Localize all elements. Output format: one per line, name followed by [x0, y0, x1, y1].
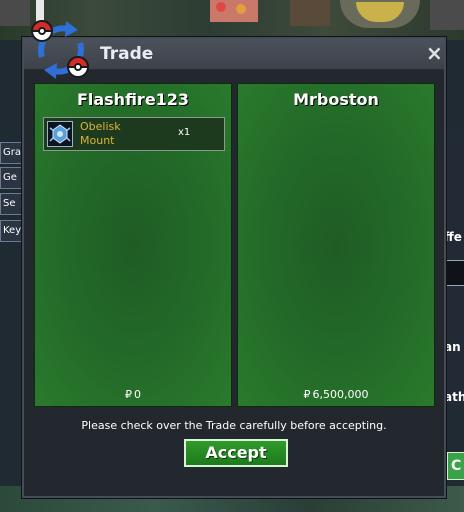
obelisk-mount-icon [47, 121, 73, 147]
item-quantity: x1 [178, 127, 191, 138]
background-right-text-1: ffe [444, 230, 462, 244]
money-amount: 0 [134, 388, 141, 401]
side-button-3[interactable]: Se [0, 193, 24, 215]
money-offer: ₽0 [35, 388, 231, 401]
side-button-label: Key [3, 225, 22, 236]
background-right-button[interactable]: C [447, 452, 464, 480]
player-name: Flashfire123 [76, 90, 190, 109]
trade-panel-partner: Mrboston ₽6,500,000 [237, 83, 435, 407]
trade-item-slot[interactable]: Obelisk Mount x1 [43, 117, 225, 151]
window-title: Trade [100, 44, 154, 64]
accept-button[interactable]: Accept [184, 439, 288, 467]
money-amount: 6,500,000 [312, 388, 369, 401]
side-button-label: Se [3, 198, 16, 209]
side-button-1[interactable]: Gra [0, 142, 24, 164]
close-button[interactable]: × [426, 43, 443, 63]
side-button-label: Ge [3, 172, 17, 183]
side-button-4[interactable]: Key [0, 220, 24, 242]
side-button-2[interactable]: Ge [0, 167, 24, 189]
item-name: Obelisk Mount [80, 120, 121, 147]
trade-panel-self: Flashfire123 Obelisk Mount x1 ₽0 [34, 83, 232, 407]
trade-notice: Please check over the Trade carefully be… [81, 419, 387, 432]
background-right-text-2: an [444, 340, 461, 354]
money-offer: ₽6,500,000 [238, 388, 434, 401]
player-name: Mrboston [293, 90, 379, 109]
currency-symbol: ₽ [125, 388, 132, 401]
currency-symbol: ₽ [303, 388, 311, 401]
background-right-input[interactable] [446, 260, 464, 286]
side-button-label: Gra [3, 147, 21, 158]
game-background-left [0, 40, 24, 512]
trade-logo-icon [30, 20, 90, 79]
background-right-text-3: ath [444, 390, 464, 404]
trade-window: Trade × Flashfire123 Obelisk Mount x1 ₽ … [22, 20, 446, 498]
